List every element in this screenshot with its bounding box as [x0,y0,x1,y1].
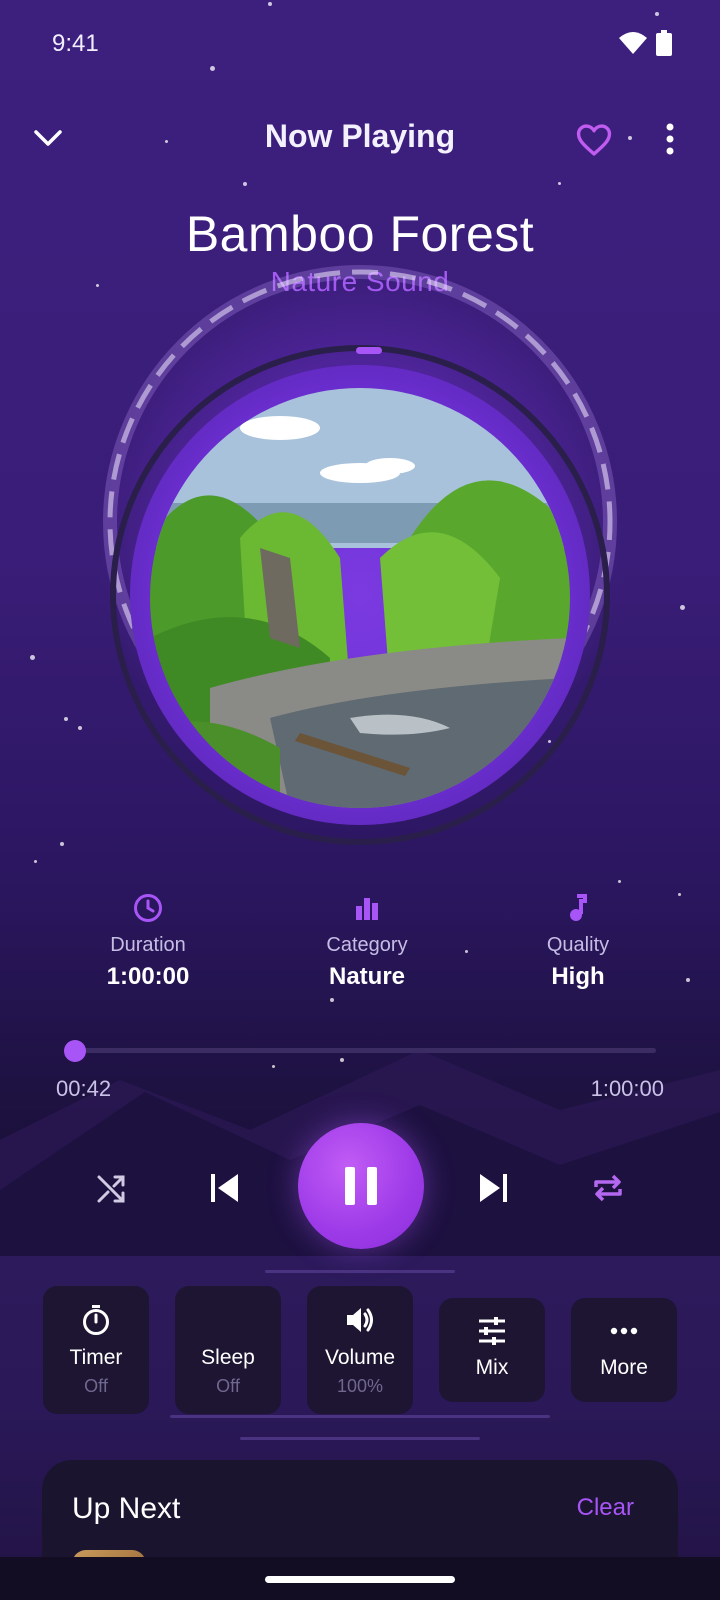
stopwatch-icon [83,1305,109,1335]
wifi-icon [619,32,647,54]
sleep-label: Sleep [201,1346,255,1369]
info-quality: Quality High [478,892,678,991]
status-icons [618,30,672,56]
more-tile[interactable]: More [571,1298,677,1402]
category-value: Nature [328,963,406,990]
mix-tile[interactable]: Mix [439,1298,545,1402]
total-time: 1:00:00 [590,1076,664,1101]
skip-previous-icon [211,1174,238,1202]
repeat-icon [594,1174,622,1202]
timer-status: Off [84,1376,108,1396]
clock-icon [134,894,162,922]
shuffle-button[interactable] [90,1166,134,1210]
status-time: 9:41 [52,30,99,57]
seek-bar[interactable] [68,1048,656,1053]
artwork-image [150,388,570,808]
timer-tile[interactable]: Timer Off [43,1286,149,1414]
sleep-status: Off [216,1376,240,1396]
quality-label: Quality [546,934,610,956]
battery-icon [656,30,672,56]
music-note-icon [570,894,587,921]
timer-label: Timer [69,1346,123,1369]
next-button[interactable] [472,1166,516,1210]
sleep-tile[interactable]: Sleep Off [175,1286,281,1414]
now-playing-screen: 9:41 Now Playing Bamboo Forest Nature So… [0,0,720,1600]
skip-next-icon [480,1174,507,1202]
heart-icon [576,124,612,156]
pause-icon [345,1167,377,1205]
pause-button[interactable] [298,1123,424,1249]
info-duration: Duration 1:00:00 [48,892,248,991]
mix-label: Mix [475,1356,509,1379]
duration-label: Duration [110,934,186,956]
shuffle-icon [97,1175,125,1203]
home-indicator[interactable] [265,1576,455,1583]
duration-value: 1:00:00 [106,963,190,990]
more-vertical-icon [666,123,674,155]
up-next-title: Up Next [72,1492,181,1525]
track-title: Bamboo Forest [185,206,535,262]
volume-status: 100% [336,1376,384,1396]
more-label: More [600,1356,648,1379]
bar-chart-icon [356,898,378,920]
sliders-icon [479,1317,505,1345]
previous-button[interactable] [202,1166,246,1210]
quality-value: High [551,963,605,990]
clear-queue-button[interactable]: Clear [577,1494,634,1522]
moon-icon [222,1307,235,1333]
seek-bar-thumb[interactable] [64,1040,86,1062]
volume-tile[interactable]: Volume 100% [307,1286,413,1414]
favorite-button[interactable] [572,118,616,162]
speaker-icon [347,1308,373,1332]
volume-label: Volume [324,1346,396,1369]
info-category: Category Nature [267,892,467,991]
more-horizontal-icon [610,1327,638,1335]
progress-ring-marker [356,347,382,354]
repeat-button[interactable] [586,1166,630,1210]
menu-button[interactable] [658,120,682,158]
category-label: Category [326,934,408,956]
elapsed-time: 00:42 [56,1076,112,1101]
